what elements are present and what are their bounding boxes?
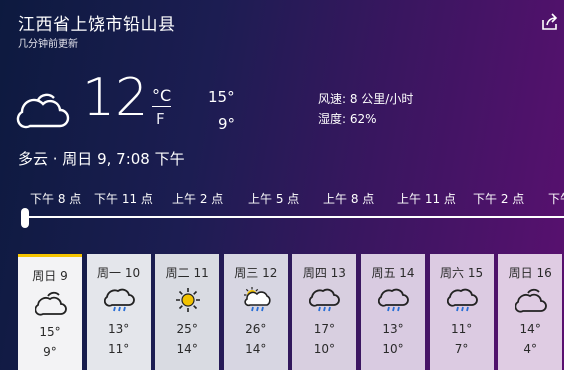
hour-label[interactable]: 上午 8 点 (323, 190, 374, 207)
hour-label[interactable]: 上午 11 点 (397, 190, 456, 207)
day-card[interactable]: 周三 12 26° 14° (223, 254, 288, 370)
day-high-temperature: 11° (450, 322, 473, 336)
updated-label: 几分钟前更新 (18, 39, 78, 50)
sun-icon (176, 288, 201, 312)
day-low-temperature: 7° (454, 342, 469, 356)
humidity: 湿度: 62% (318, 112, 377, 126)
day-high-temperature: 17° (313, 322, 336, 336)
day-low-temperature: 14° (245, 342, 267, 356)
day-label: 周一 10 (97, 266, 141, 280)
condition-datetime: 多云 · 周日 9, 7:08 下午 (18, 150, 185, 168)
unit-celsius[interactable]: °C (152, 86, 172, 107)
hour-label[interactable]: 上午 2 点 (172, 190, 223, 207)
hour-label[interactable]: 上午 5 点 (248, 190, 299, 207)
high-temperature: 15° (208, 88, 235, 106)
day-high-temperature: 13° (382, 322, 404, 336)
day-card[interactable]: 周日 9 15° 9° (18, 254, 82, 370)
rain-cloud-icon (446, 288, 478, 312)
cloudy-icon (515, 288, 548, 313)
day-card[interactable]: 周一 10 13° 11° (86, 254, 151, 370)
day-low-temperature: 14° (176, 342, 198, 356)
wind-speed: 风速: 8 公里/小时 (318, 92, 414, 106)
day-low-temperature: 4° (523, 342, 537, 356)
daily-forecast: 周日 9 15° 9° 周一 10 13° 11° 周二 11 25° 14° 周三 12 26° 1… (18, 254, 564, 370)
day-label: 周日 16 (508, 266, 552, 280)
day-high-temperature: 26° (245, 322, 267, 336)
cloudy-icon (35, 291, 67, 316)
day-label: 周日 9 (32, 269, 68, 283)
hour-label[interactable]: 下午 2 点 (473, 190, 524, 207)
rain-cloud-icon (103, 288, 135, 312)
current-temperature: 12 (82, 68, 149, 128)
hour-label[interactable]: 下午 (548, 190, 564, 207)
day-low-temperature: 11° (107, 342, 130, 356)
hour-label[interactable]: 下午 8 点 (30, 190, 81, 207)
hour-label[interactable]: 下午 11 点 (94, 190, 153, 207)
cloudy-icon (16, 93, 70, 129)
day-card[interactable]: 周六 15 11° 7° (429, 254, 494, 370)
day-low-temperature: 10° (382, 342, 404, 356)
timeline-slider-handle[interactable] (21, 208, 29, 228)
day-low-temperature: 9° (43, 345, 57, 359)
day-label: 周四 13 (302, 266, 346, 280)
share-icon[interactable] (540, 12, 560, 32)
day-card[interactable]: 周日 16 14° 4° (498, 254, 563, 370)
rain-cloud-icon (309, 288, 341, 312)
day-card[interactable]: 周四 13 17° 10° (292, 254, 357, 370)
day-label: 周六 15 (440, 266, 484, 280)
day-card[interactable]: 周五 14 13° 10° (361, 254, 425, 370)
day-card[interactable]: 周二 11 25° 14° (155, 254, 220, 370)
timeline-track[interactable] (24, 216, 564, 218)
day-high-temperature: 13° (107, 322, 130, 336)
hourly-timeline-labels: 下午 8 点 下午 11 点 上午 2 点 上午 5 点 上午 8 点 上午 1… (0, 190, 564, 206)
unit-fahrenheit[interactable]: F (156, 110, 165, 128)
day-high-temperature: 25° (176, 322, 198, 336)
rain-cloud-icon (378, 288, 409, 312)
day-high-temperature: 14° (519, 322, 541, 336)
day-high-temperature: 15° (39, 325, 61, 339)
sun-rain-cloud-icon (243, 287, 271, 312)
day-label: 周五 14 (371, 266, 415, 280)
day-label: 周三 12 (234, 266, 278, 280)
day-low-temperature: 10° (313, 342, 336, 356)
location-title: 江西省上饶市铅山县 (18, 15, 176, 35)
low-temperature: 9° (218, 115, 236, 133)
day-label: 周二 11 (165, 266, 209, 280)
